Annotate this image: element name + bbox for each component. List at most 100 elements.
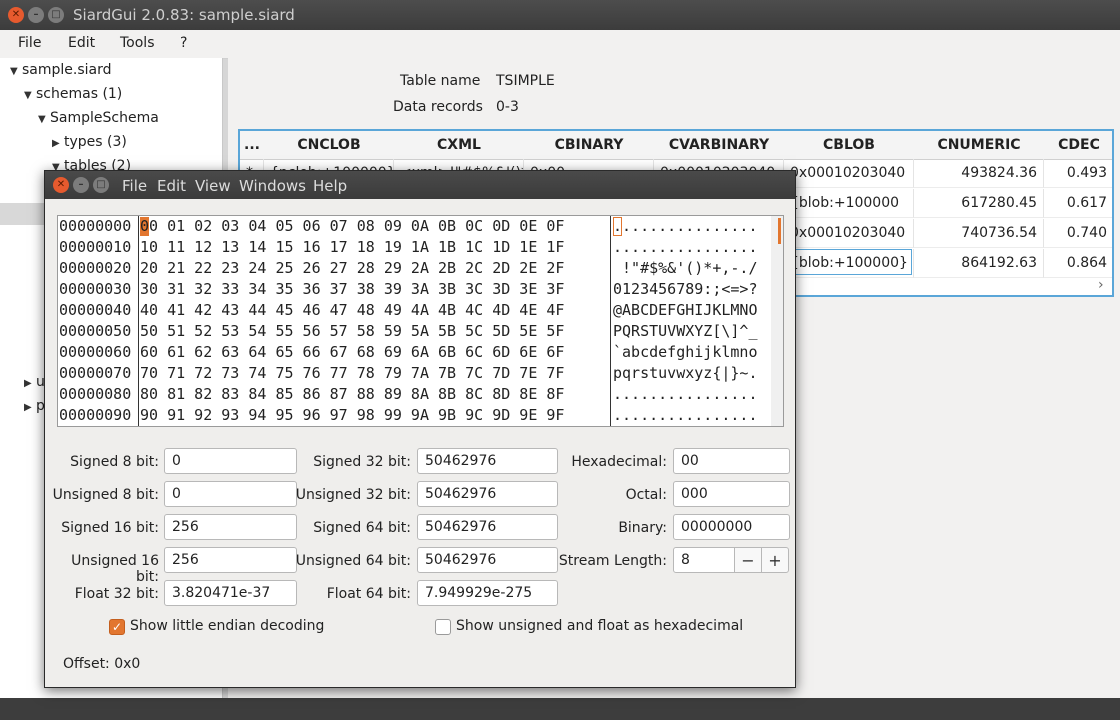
hex-bytes[interactable]: 90 91 92 93 94 95 96 97 98 99 9A 9B 9C 9… <box>140 405 564 426</box>
unsigned-8-bit-field[interactable]: 0 <box>164 481 297 507</box>
tree-item-partial-u[interactable]: ▶ u <box>24 374 45 390</box>
float-64-bit-field[interactable]: 7.949929e-275 <box>417 580 558 606</box>
unsigned-64-bit-label: Unsigned 64 bit: <box>295 553 411 569</box>
hex-ascii[interactable]: ................ <box>613 237 758 258</box>
column-header-6[interactable]: CNUMERIC <box>914 131 1045 160</box>
hex-bytes[interactable]: 50 51 52 53 54 55 56 57 58 59 5A 5B 5C 5… <box>140 321 564 342</box>
signed-64-bit-field[interactable]: 50462976 <box>417 514 558 540</box>
hex-scrollbar[interactable] <box>771 216 783 426</box>
signed-8-bit-field[interactable]: 0 <box>164 448 297 474</box>
maximize-dialog-button[interactable]: □ <box>93 177 109 193</box>
hex-menu-view[interactable]: View <box>195 177 231 195</box>
grid-cell[interactable]: 0.493 <box>1044 159 1112 188</box>
column-header-5[interactable]: CBLOB <box>784 131 915 160</box>
expanded-triangle-icon[interactable]: ▼ <box>38 114 50 125</box>
hex-bytes[interactable]: 30 31 32 33 34 35 36 37 38 39 3A 3B 3C 3… <box>140 279 564 300</box>
little-endian-checkbox[interactable]: ✓ <box>109 619 125 635</box>
unsigned-hex-checkbox[interactable] <box>435 619 451 635</box>
hex-bytes[interactable]: 80 81 82 83 84 85 86 87 88 89 8A 8B 8C 8… <box>140 384 564 405</box>
hex-offset: 00000080 <box>59 385 132 403</box>
grid-cell[interactable]: {blob:+100000 <box>784 189 914 218</box>
expanded-triangle-icon[interactable]: ▼ <box>24 90 36 101</box>
hex-bytes[interactable]: 10 11 12 13 14 15 16 17 18 19 1A 1B 1C 1… <box>140 237 564 258</box>
close-dialog-button[interactable]: ✕ <box>53 177 69 193</box>
unsigned-16-bit-field[interactable]: 256 <box>164 547 297 573</box>
hex-menu-edit[interactable]: Edit <box>157 177 186 195</box>
octal-field[interactable]: 000 <box>673 481 790 507</box>
stream-length-increment-button[interactable]: + <box>761 547 789 573</box>
hex-ascii[interactable]: 0123456789:;<=>? <box>613 279 758 300</box>
unsigned-hex-label[interactable]: Show unsigned and float as hexadecimal <box>456 618 743 634</box>
menu-file[interactable]: File <box>18 35 41 51</box>
data-records-value: 0-3 <box>496 99 519 115</box>
stream-length-decrement-button[interactable]: − <box>734 547 762 573</box>
column-header-0[interactable]: ... <box>240 131 265 160</box>
hex-menu-help[interactable]: Help <box>313 177 347 195</box>
tree-item-sampleschema[interactable]: ▼ SampleSchema <box>38 110 159 126</box>
hex-ascii[interactable]: @ABCDEFGHIJKLMNO <box>613 300 758 321</box>
tree-item-sample-siard[interactable]: ▼ sample.siard <box>10 62 112 78</box>
hex-offset: 00000090 <box>59 406 132 424</box>
hex-bytes[interactable]: 60 61 62 63 64 65 66 67 68 69 6A 6B 6C 6… <box>140 342 564 363</box>
menu-help[interactable]: ? <box>180 35 187 51</box>
hex-ascii[interactable]: PQRSTUVWXYZ[\]^_ <box>613 321 758 342</box>
hex-ascii[interactable]: ................ <box>613 405 758 426</box>
collapsed-triangle-icon[interactable]: ▶ <box>24 378 36 389</box>
close-window-button[interactable]: ✕ <box>8 7 24 23</box>
grid-cell[interactable]: 0.617 <box>1044 189 1112 218</box>
unsigned-64-bit-field[interactable]: 50462976 <box>417 547 558 573</box>
tree-item-types[interactable]: ▶ types (3) <box>52 134 127 150</box>
hex-bytes[interactable]: 40 41 42 43 44 45 46 47 48 49 4A 4B 4C 4… <box>140 300 564 321</box>
offset-status: Offset: 0x0 <box>63 656 141 672</box>
hex-bytes[interactable]: 20 21 22 23 24 25 26 27 28 29 2A 2B 2C 2… <box>140 258 564 279</box>
hex-view[interactable]: 00000000 00 01 02 03 04 05 06 07 08 09 0A… <box>57 215 784 427</box>
float-32-bit-label: Float 32 bit: <box>74 586 159 602</box>
binary-field[interactable]: 00000000 <box>673 514 790 540</box>
column-header-7[interactable]: CDEC <box>1044 131 1112 160</box>
column-header-3[interactable]: CBINARY <box>524 131 655 160</box>
menu-edit[interactable]: Edit <box>68 35 95 51</box>
hex-scrollbar-thumb[interactable] <box>778 218 781 244</box>
grid-cell[interactable]: 740736.54 <box>914 219 1044 248</box>
grid-cell[interactable]: 0.740 <box>1044 219 1112 248</box>
grid-cell[interactable]: 0.864 <box>1044 249 1112 278</box>
column-header-1[interactable]: CNCLOB <box>264 131 395 160</box>
hex-ascii[interactable]: ................ <box>613 216 758 237</box>
stream-length-input[interactable]: 8 <box>673 547 735 573</box>
hex-bytes[interactable]: 00 01 02 03 04 05 06 07 08 09 0A 0B 0C 0… <box>140 216 564 237</box>
minimize-dialog-button[interactable]: – <box>73 177 89 193</box>
signed-32-bit-label: Signed 32 bit: <box>313 454 411 470</box>
table-name-value: TSIMPLE <box>496 73 555 89</box>
grid-cell[interactable]: 0x00010203040 <box>784 219 914 248</box>
signed-32-bit-field[interactable]: 50462976 <box>417 448 558 474</box>
hex-ascii[interactable]: `abcdefghijklmno <box>613 342 758 363</box>
minimize-window-button[interactable]: – <box>28 7 44 23</box>
tree-item-schemas[interactable]: ▼ schemas (1) <box>24 86 122 102</box>
grid-cell[interactable]: 0x00010203040 <box>784 159 914 188</box>
little-endian-label[interactable]: Show little endian decoding <box>130 618 324 634</box>
grid-cell[interactable]: 617280.45 <box>914 189 1044 218</box>
hex-ascii[interactable]: ................ <box>613 384 758 405</box>
hex-offset: 00000020 <box>59 259 132 277</box>
grid-cell[interactable]: 493824.36 <box>914 159 1044 188</box>
signed-16-bit-field[interactable]: 256 <box>164 514 297 540</box>
hex-menu-windows[interactable]: Windows <box>239 177 306 195</box>
hex-ascii[interactable]: !"#$%&'()*+,-./ <box>613 258 757 279</box>
maximize-window-button[interactable]: □ <box>48 7 64 23</box>
hex-bytes[interactable]: 70 71 72 73 74 75 76 77 78 79 7A 7B 7C 7… <box>140 363 564 384</box>
tree-item-partial-p[interactable]: ▶ p <box>24 398 45 414</box>
expanded-triangle-icon[interactable]: ▼ <box>10 66 22 77</box>
unsigned-32-bit-field[interactable]: 50462976 <box>417 481 558 507</box>
column-header-2[interactable]: CXML <box>394 131 525 160</box>
scroll-right-icon[interactable]: › <box>1098 277 1104 293</box>
hex-menu-file[interactable]: File <box>122 177 147 195</box>
hexadecimal-field[interactable]: 00 <box>673 448 790 474</box>
hex-ascii[interactable]: pqrstuvwxyz{|}~. <box>613 363 758 384</box>
column-header-4[interactable]: CVARBINARY <box>654 131 785 160</box>
menu-tools[interactable]: Tools <box>120 35 155 51</box>
collapsed-triangle-icon[interactable]: ▶ <box>24 402 36 413</box>
main-menubar: File Edit Tools ? <box>0 30 1120 59</box>
float-32-bit-field[interactable]: 3.820471e-37 <box>164 580 297 606</box>
grid-cell[interactable]: 864192.63 <box>914 249 1044 278</box>
collapsed-triangle-icon[interactable]: ▶ <box>52 138 64 149</box>
